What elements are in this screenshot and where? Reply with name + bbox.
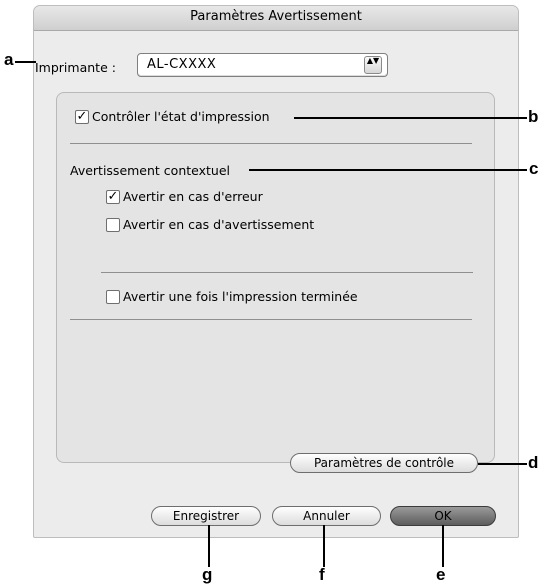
callout-e: e — [436, 565, 446, 584]
callout-line-a — [15, 61, 36, 63]
callout-c: c — [529, 159, 539, 178]
callout-a: a — [4, 50, 14, 69]
callout-line-d — [478, 463, 527, 465]
callout-line-g — [208, 525, 210, 567]
ok-button[interactable]: OK — [390, 506, 496, 526]
completion-notice-label: Avertir une fois l'impression terminée — [123, 289, 358, 304]
separator — [70, 143, 472, 144]
callout-g: g — [202, 565, 213, 584]
error-notice-label: Avertir en cas d'erreur — [123, 189, 263, 204]
separator — [101, 272, 473, 273]
callout-line-b — [294, 117, 527, 119]
warning-notice-label: Avertir en cas d'avertissement — [123, 217, 315, 232]
cancel-button[interactable]: Annuler — [272, 506, 381, 526]
dialog-title: Paramètres Avertissement — [190, 9, 362, 24]
callout-line-c — [249, 169, 527, 171]
warning-notice-checkbox[interactable] — [106, 218, 120, 232]
completion-notice-checkbox[interactable] — [106, 290, 120, 304]
monitor-status-label: Contrôler l'état d'impression — [92, 109, 270, 124]
updown-arrows-icon: ▲▼ — [364, 56, 382, 74]
callout-d: d — [528, 453, 539, 472]
callout-line-e — [442, 525, 444, 567]
save-button[interactable]: Enregistrer — [151, 506, 261, 526]
separator — [70, 319, 472, 320]
callout-b: b — [528, 107, 539, 126]
error-notice-checkbox[interactable]: ✓ — [106, 190, 120, 204]
callout-line-f — [323, 525, 325, 567]
monitor-status-checkbox[interactable]: ✓ — [75, 110, 89, 124]
popup-notice-heading: Avertissement contextuel — [70, 163, 230, 178]
printer-select-value: AL-CXXXX — [147, 57, 217, 72]
settings-group-box — [56, 92, 495, 463]
callout-f: f — [319, 565, 325, 584]
monitoring-settings-button[interactable]: Paramètres de contrôle — [290, 453, 478, 473]
printer-label: Imprimante : — [35, 60, 116, 75]
